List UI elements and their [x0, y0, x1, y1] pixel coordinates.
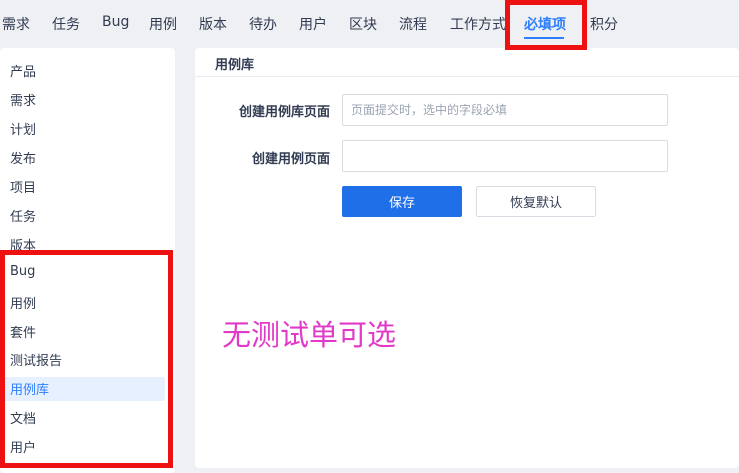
- restore-default-button[interactable]: 恢复默认: [476, 186, 596, 217]
- nav-item-story[interactable]: 需求: [2, 14, 30, 34]
- sidebar-item-product[interactable]: 产品: [10, 61, 36, 80]
- create-case-input[interactable]: [342, 140, 668, 172]
- sidebar-item-story[interactable]: 需求: [10, 90, 36, 109]
- sidebar-item-project[interactable]: 项目: [10, 177, 36, 196]
- nav-item-score[interactable]: 积分: [590, 14, 618, 34]
- save-button[interactable]: 保存: [342, 186, 462, 217]
- panel-title: 用例库: [215, 58, 255, 73]
- nav-item-user[interactable]: 用户: [299, 14, 327, 34]
- field-label-create-caselib: 创建用例库页面: [238, 105, 330, 120]
- create-caselib-input[interactable]: [342, 94, 668, 126]
- nav-item-flow[interactable]: 流程: [399, 14, 427, 34]
- sidebar-item-release[interactable]: 发布: [10, 148, 36, 167]
- top-nav: 需求 任务 Bug 用例 版本 待办 用户 区块 流程 工作方式 必填项 积分: [0, 0, 739, 46]
- annotation-text: 无测试单可选: [222, 318, 397, 352]
- sidebar-item-task[interactable]: 任务: [10, 206, 36, 225]
- nav-item-workmode[interactable]: 工作方式: [450, 14, 506, 34]
- nav-item-build[interactable]: 版本: [199, 14, 227, 34]
- nav-item-task[interactable]: 任务: [52, 14, 80, 34]
- sidebar-highlight-box: [0, 250, 173, 468]
- nav-item-case[interactable]: 用例: [149, 14, 177, 34]
- panel-divider: [195, 76, 739, 77]
- field-label-create-case: 创建用例页面: [251, 152, 330, 167]
- nav-item-block[interactable]: 区块: [349, 14, 377, 34]
- sidebar-item-plan[interactable]: 计划: [10, 119, 36, 138]
- nav-item-todo[interactable]: 待办: [249, 14, 277, 34]
- nav-item-bug[interactable]: Bug: [102, 14, 129, 30]
- nav-highlight-box: [505, 0, 587, 50]
- main-panel: 用例库 创建用例库页面 创建用例页面 保存 恢复默认: [195, 48, 739, 468]
